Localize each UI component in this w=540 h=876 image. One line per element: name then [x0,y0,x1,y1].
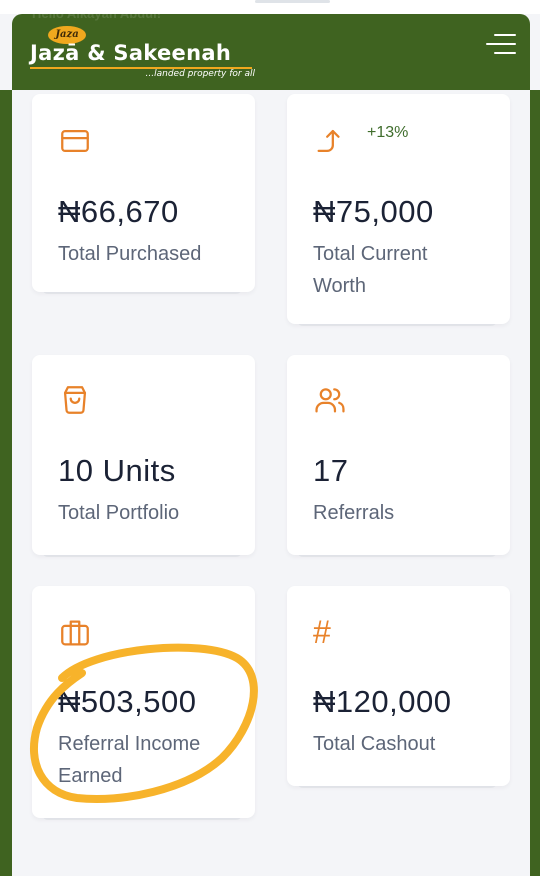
stat-label: Total Cashout [313,733,436,755]
stat-label: Total Purchased [58,243,202,265]
shopping-bag-icon [58,383,92,417]
briefcase-icon [58,616,92,650]
stat-amount: 10 Units [58,453,176,488]
card-total-current-worth[interactable]: +13% ₦75,000 Total Current Worth [287,94,510,324]
brand-tagline: ...landed property for all [145,69,255,79]
dashboard-stats-grid: ₦66,670 Total Purchased +13% ₦75,000 Tot… [12,90,530,876]
stat-label: Referrals [313,502,395,524]
credit-card-icon [58,124,92,158]
stat-amount: 17 [313,453,349,488]
stat-amount: ₦503,500 [58,684,197,719]
stat-label: Total Current Worth [313,243,428,297]
hash-icon: # [313,614,331,650]
frame-right-border [530,90,540,876]
users-icon [313,383,347,417]
frame-left-border [0,90,12,876]
card-total-portfolio[interactable]: 10 Units Total Portfolio [32,355,255,555]
card-total-purchased[interactable]: ₦66,670 Total Purchased [32,94,255,292]
stat-amount: ₦75,000 [313,194,434,229]
stat-amount: ₦66,670 [58,194,179,229]
brand-name: Jazā & Sakeenah [30,41,232,65]
card-referrals[interactable]: 17 Referrals [287,355,510,555]
stat-amount: ₦120,000 [313,684,452,719]
address-bar-edge [255,0,330,3]
change-badge: +13% [367,124,409,141]
stat-label: Total Portfolio [58,502,180,524]
brand-logo[interactable]: Jaza Jazā & Sakeenah ...landed property … [30,26,255,84]
card-total-cashout[interactable]: # ₦120,000 Total Cashout [287,586,510,786]
trend-up-arrow-icon [313,124,347,158]
greeting-text: Hello Alkayah Abdul! [32,6,162,21]
app-header: Hello Alkayah Abdul! Jaza Jazā & Sakeena… [12,6,530,90]
card-referral-income[interactable]: ₦503,500 Referral Income Earned [32,586,255,818]
stat-label: Referral Income Earned [58,733,201,787]
hamburger-menu-icon[interactable] [482,30,516,60]
